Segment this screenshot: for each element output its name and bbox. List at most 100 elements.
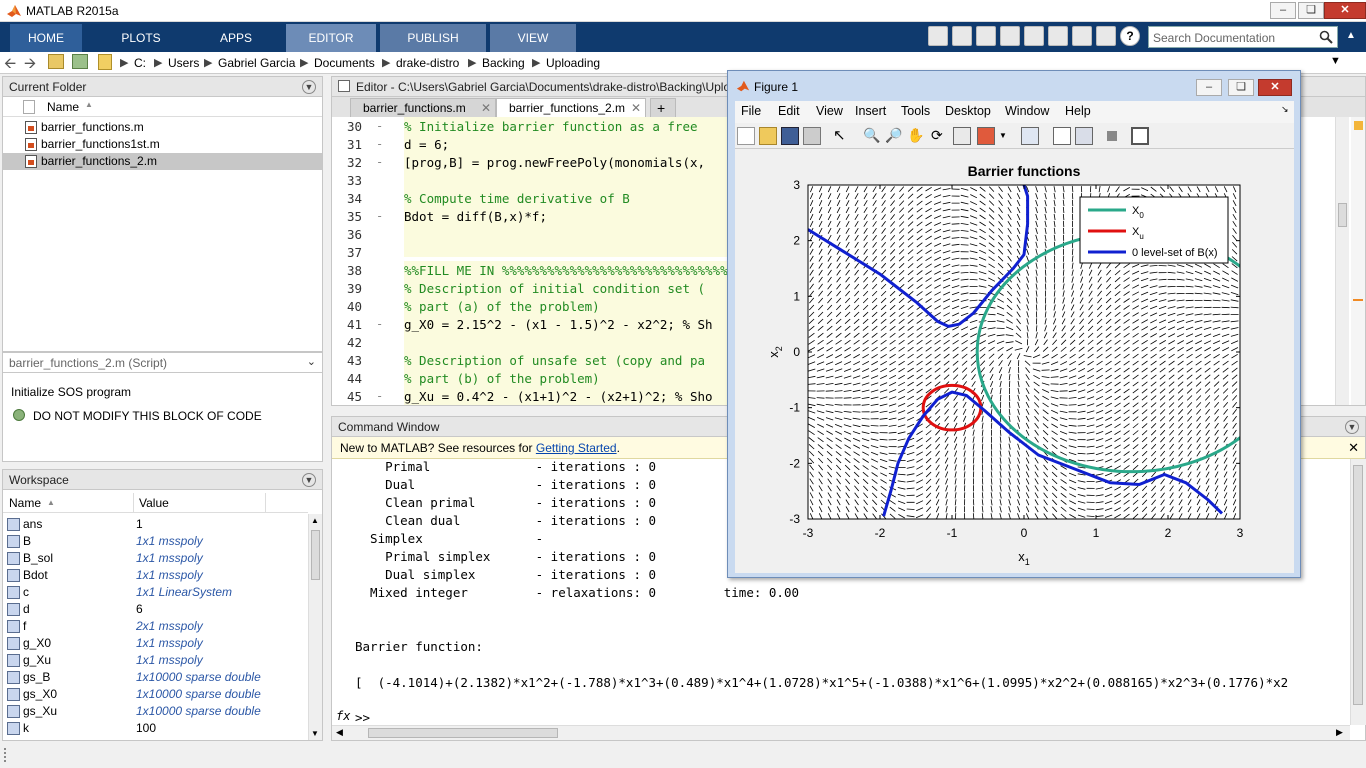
menu-view[interactable]: View	[816, 104, 843, 118]
dock-figure-icon[interactable]: ↘	[1281, 104, 1289, 115]
file-row[interactable]: barrier_functions.m	[3, 119, 322, 136]
scroll-thumb[interactable]	[368, 728, 558, 738]
brush-dropdown-icon[interactable]: ▼	[999, 127, 1017, 145]
print-icon[interactable]	[803, 127, 821, 145]
breakpoint-marker[interactable]: -	[376, 317, 383, 331]
workspace-row[interactable]: B 1x1 msspoly	[3, 533, 308, 550]
breakpoint-marker[interactable]: -	[376, 137, 383, 151]
scroll-thumb[interactable]	[311, 530, 320, 580]
file-row-selected[interactable]: barrier_functions_2.m	[3, 153, 322, 170]
workspace-row[interactable]: Bdot 1x1 msspoly	[3, 567, 308, 584]
getting-started-link[interactable]: Getting Started	[536, 441, 617, 455]
new-tab-icon[interactable]: +	[650, 98, 676, 117]
panel-actions-icon[interactable]: ▼	[302, 473, 316, 487]
breakpoint-marker[interactable]: -	[376, 389, 383, 403]
breakpoint-marker[interactable]: -	[376, 155, 383, 169]
breakpoint-marker[interactable]: -	[376, 119, 383, 133]
crumb-user[interactable]: Gabriel Garcia	[218, 56, 295, 70]
ribbon-collapse-icon[interactable]: ▲	[1346, 30, 1360, 44]
scroll-thumb[interactable]	[1338, 203, 1347, 227]
minimize-button[interactable]: –	[1270, 2, 1296, 19]
crumb-drive[interactable]: C:	[134, 56, 146, 70]
workspace-column-header[interactable]: Name ▲ Value	[3, 493, 308, 513]
details-collapse-icon[interactable]: ⌄	[307, 355, 316, 368]
workspace-row[interactable]: f 2x1 msspoly	[3, 618, 308, 635]
scroll-thumb[interactable]	[1353, 465, 1363, 705]
brush-icon[interactable]	[977, 127, 995, 145]
legend-icon[interactable]	[1075, 127, 1093, 145]
workspace-row[interactable]: d6	[3, 601, 308, 618]
warning-indicator-icon[interactable]	[1354, 121, 1363, 130]
forward-icon[interactable]: 🡪	[24, 53, 36, 78]
breakpoint-marker[interactable]: -	[376, 209, 383, 223]
save-figure-icon[interactable]	[781, 127, 799, 145]
zoom-out-icon[interactable]: 🔎	[885, 127, 903, 145]
figure-minimize-button[interactable]: –	[1196, 79, 1222, 96]
link-plot-icon[interactable]	[1021, 127, 1039, 145]
menu-help[interactable]: Help	[1065, 104, 1091, 118]
menu-edit[interactable]: Edit	[778, 104, 800, 118]
current-folder-column-header[interactable]: Name ▲	[3, 97, 322, 117]
function-browser-icon[interactable]: fx	[336, 709, 350, 723]
workspace-row[interactable]: gs_Xu 1x10000 sparse double	[3, 703, 308, 720]
workspace-row[interactable]: g_X0 1x1 msspoly	[3, 635, 308, 652]
maximize-button[interactable]: ❏	[1298, 2, 1324, 19]
workspace-row[interactable]: gs_B 1x10000 sparse double	[3, 669, 308, 686]
crumb-users[interactable]: Users	[168, 56, 199, 70]
crumb-documents[interactable]: Documents	[314, 56, 375, 70]
colorbar-icon[interactable]	[1053, 127, 1071, 145]
browse-folder-icon[interactable]	[72, 54, 88, 69]
command-hscrollbar[interactable]: ◀ ▶	[332, 725, 1350, 740]
hide-plot-tools-icon[interactable]	[1107, 131, 1117, 141]
tab-publish[interactable]: PUBLISH	[380, 24, 486, 52]
command-scrollbar[interactable]	[1350, 459, 1366, 725]
editor-scrollbar[interactable]	[1335, 117, 1349, 405]
close-banner-icon[interactable]: ✕	[1348, 440, 1359, 456]
workspace-row[interactable]: gs_X0 1x10000 sparse double	[3, 686, 308, 703]
search-icon[interactable]	[1319, 30, 1333, 44]
redo-icon[interactable]	[1072, 26, 1092, 46]
file-row[interactable]: barrier_functions1st.m	[3, 136, 322, 153]
help-icon[interactable]: ?	[1120, 26, 1140, 46]
zoom-in-icon[interactable]: 🔍	[863, 127, 881, 145]
crumb-uploading[interactable]: Uploading	[546, 56, 600, 70]
open-file-icon[interactable]	[759, 127, 777, 145]
data-cursor-icon[interactable]	[953, 127, 971, 145]
close-tab-icon[interactable]: ✕	[631, 101, 641, 115]
panel-actions-icon[interactable]: ▼	[1345, 420, 1359, 434]
workspace-scrollbar[interactable]: ▲ ▼	[308, 514, 322, 740]
menu-insert[interactable]: Insert	[855, 104, 886, 118]
search-documentation-input[interactable]: Search Documentation	[1148, 26, 1338, 48]
workspace-row[interactable]: g_Xu 1x1 msspoly	[3, 652, 308, 669]
panel-actions-icon[interactable]: ▼	[302, 80, 316, 94]
workspace-row[interactable]: c 1x1 LinearSystem	[3, 584, 308, 601]
tab-editor[interactable]: EDITOR	[286, 24, 376, 52]
tab-view[interactable]: VIEW	[490, 24, 576, 52]
menu-window[interactable]: Window	[1005, 104, 1049, 118]
workspace-row[interactable]: k 100	[3, 720, 308, 737]
switch-windows-icon[interactable]	[1096, 26, 1116, 46]
barrier-functions-chart[interactable]: -3 -2 -1 0 1 2 3 3 2 1 0 -1 -2 -3 Barrier functions x1 x…	[735, 149, 1294, 573]
menu-tools[interactable]: Tools	[901, 104, 930, 118]
close-button[interactable]: ✕	[1324, 2, 1366, 19]
workspace-row[interactable]: B_sol 1x1 msspoly	[3, 550, 308, 567]
editor-tab-active[interactable]: barrier_functions_2.m ✕	[496, 98, 646, 117]
pan-icon[interactable]: ✋	[907, 127, 925, 145]
show-plot-tools-icon[interactable]	[1131, 127, 1149, 145]
rotate-3d-icon[interactable]: ⟳	[931, 127, 949, 145]
up-folder-icon[interactable]	[48, 54, 64, 69]
save-icon[interactable]	[952, 26, 972, 46]
tab-apps[interactable]: APPS	[195, 24, 277, 52]
cut-icon[interactable]	[976, 26, 996, 46]
close-tab-icon[interactable]: ✕	[481, 101, 491, 115]
undo-icon[interactable]	[1048, 26, 1068, 46]
editor-tab[interactable]: barrier_functions.m ✕	[350, 98, 496, 117]
menu-desktop[interactable]: Desktop	[945, 104, 991, 118]
menu-file[interactable]: File	[741, 104, 761, 118]
command-prompt[interactable]: >>	[355, 710, 370, 725]
workspace-row[interactable]: ans 1	[3, 516, 308, 533]
figure-close-button[interactable]: ✕	[1258, 79, 1292, 96]
warning-marker[interactable]	[1353, 299, 1363, 301]
figure-maximize-button[interactable]: ❏	[1228, 79, 1254, 96]
path-dropdown-icon[interactable]: ▼	[1330, 55, 1341, 67]
